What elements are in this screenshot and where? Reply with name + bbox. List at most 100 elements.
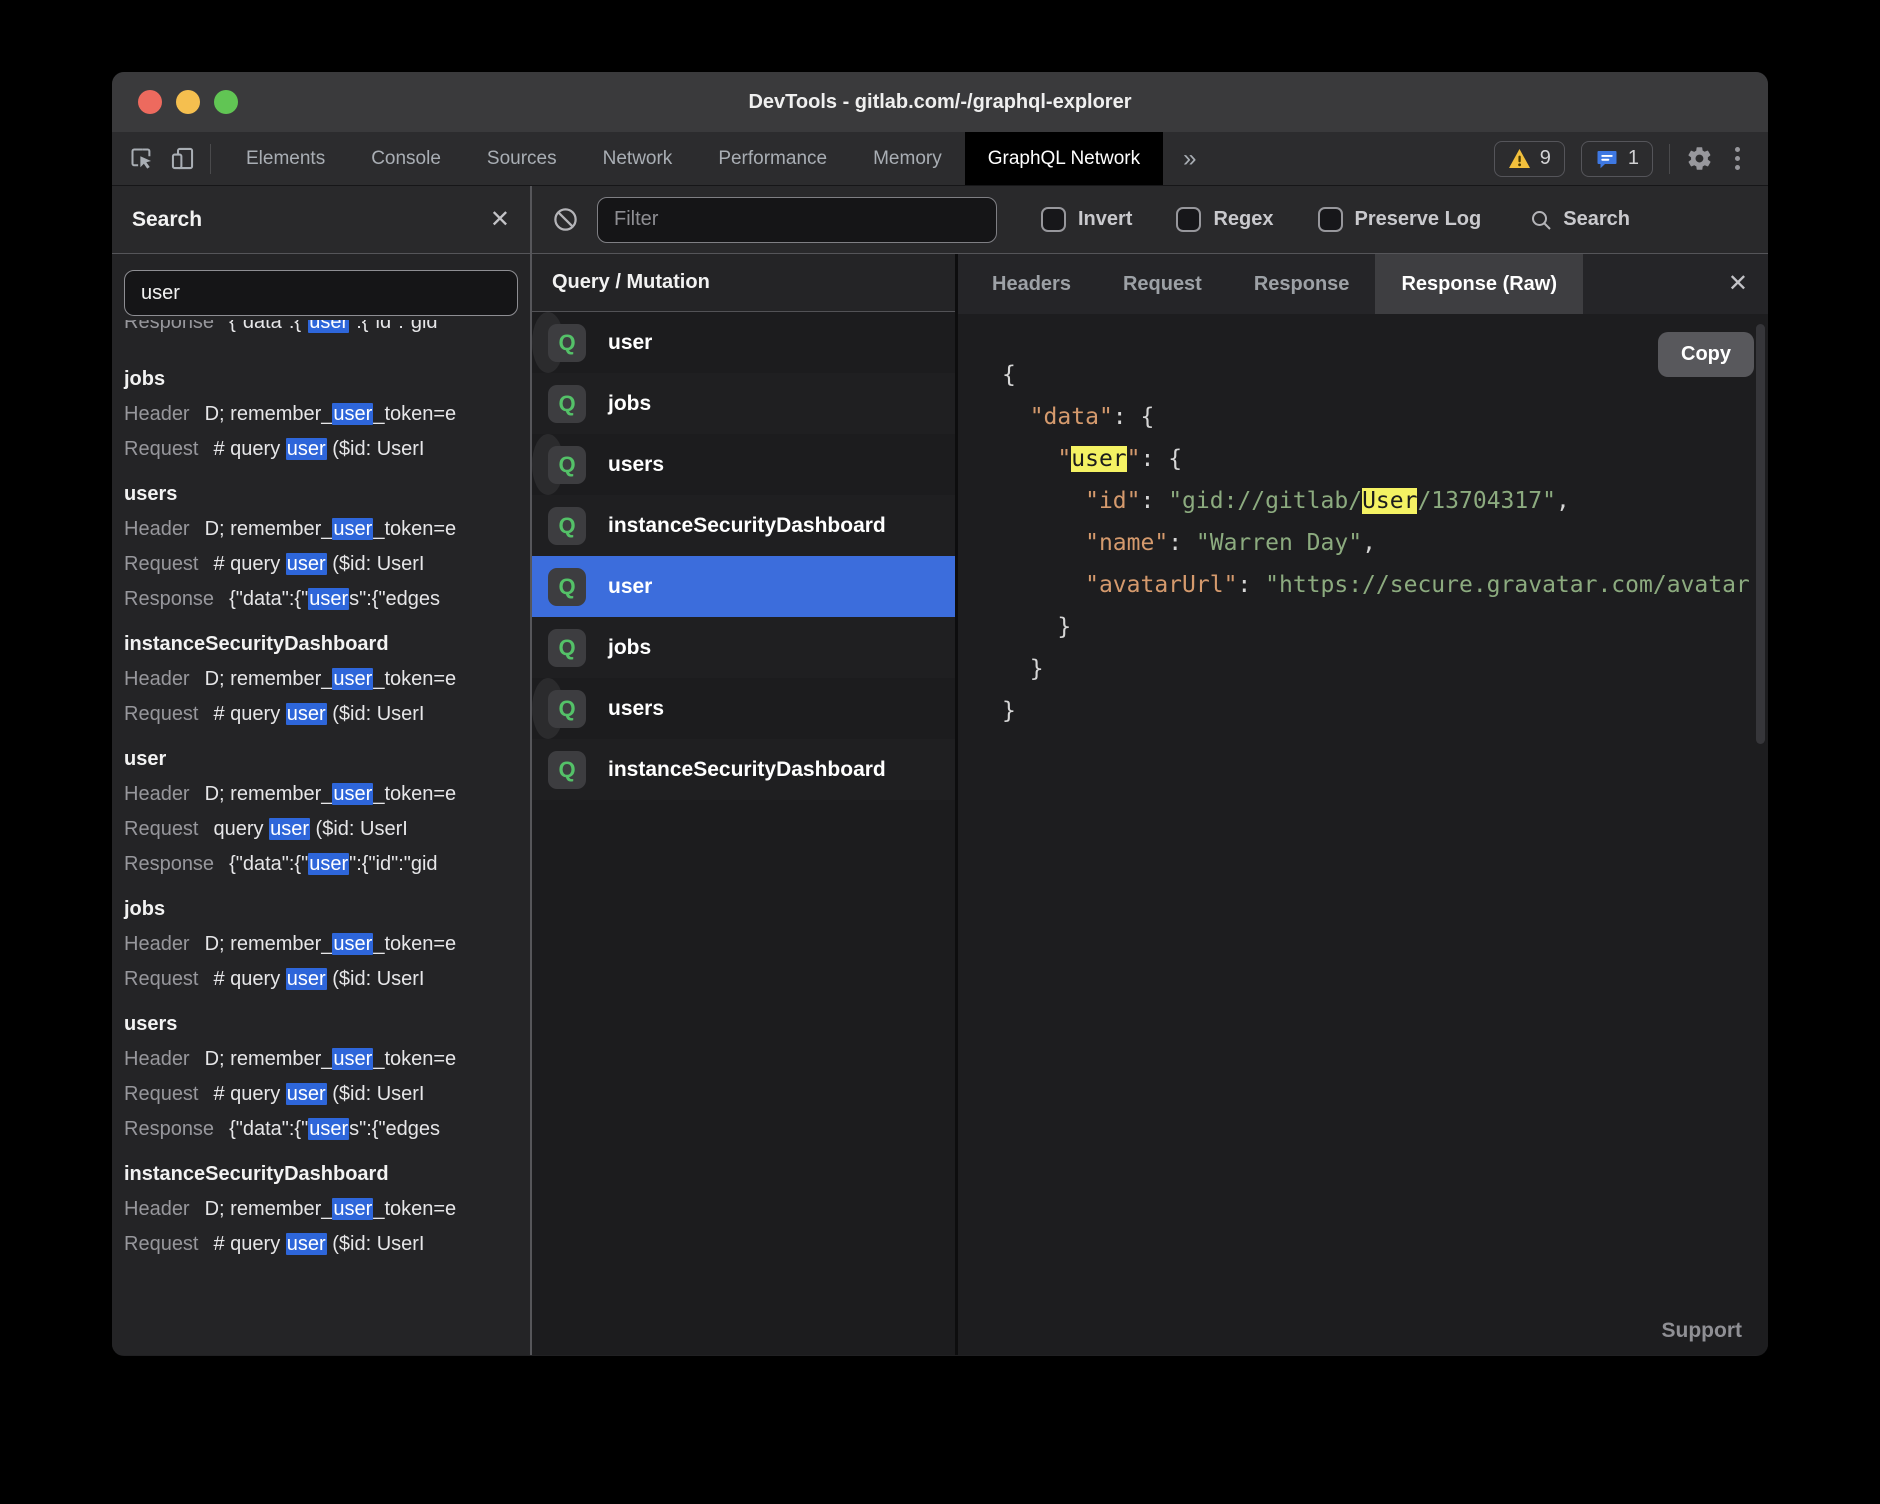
tab-performance[interactable]: Performance [695,132,850,185]
filter-input[interactable] [598,208,996,231]
preserve-log-label: Preserve Log [1355,208,1482,231]
tab-console[interactable]: Console [348,132,464,185]
close-search-icon[interactable]: ✕ [490,208,510,232]
search-match-highlight: user [286,1233,327,1255]
tab-memory[interactable]: Memory [850,132,965,185]
result-section-title[interactable]: user [124,748,518,771]
search-result-line[interactable]: Requestquery user ($id: UserI [124,818,518,841]
json-token: " [1057,446,1071,472]
detail-tab-headers[interactable]: Headers [966,254,1097,314]
search-result-line[interactable]: HeaderD; remember_user_token=e [124,783,518,806]
search-result-line[interactable]: Response{"data":{"users":{"edges [124,588,518,611]
query-list-item-user[interactable]: Quser [532,312,564,373]
search-result-line[interactable]: Response{"data":{"user":{"id":"gid [124,320,518,334]
close-detail-icon[interactable]: ✕ [1728,272,1748,296]
query-type-badge: Q [548,446,586,484]
search-toggle[interactable]: Search [1529,208,1630,232]
search-result-line[interactable]: Request# query user ($id: UserI [124,968,518,991]
result-section-title[interactable]: users [124,1013,518,1036]
json-token: } [1002,614,1071,640]
search-result-line[interactable]: Request# query user ($id: UserI [124,438,518,461]
search-match-highlight: user [269,818,310,840]
search-result-line[interactable]: Request# query user ($id: UserI [124,703,518,726]
tab-sources[interactable]: Sources [464,132,580,185]
json-line: "user": { [1002,438,1768,480]
warnings-badge[interactable]: 9 [1494,141,1565,177]
search-match-highlight: user [332,403,373,425]
issues-badge[interactable]: 1 [1581,141,1653,177]
search-result-line[interactable]: Response{"data":{"users":{"edges [124,1118,518,1141]
search-result-line[interactable]: Request# query user ($id: UserI [124,1233,518,1256]
search-match-highlight: user [332,1198,373,1220]
query-mutation-panel: Query / Mutation QuserQjobsQusersQinstan… [532,254,958,1355]
search-result-line[interactable]: HeaderD; remember_user_token=e [124,403,518,426]
json-token: : [1140,488,1168,514]
result-section-title[interactable]: instanceSecurityDashboard [124,633,518,656]
query-list-item-instancesecuritydashboard[interactable]: QinstanceSecurityDashboard [532,495,955,556]
tab-graphql-network[interactable]: GraphQL Network [965,132,1163,185]
search-panel-title: Search [132,208,202,232]
checkbox-icon[interactable] [1041,207,1066,232]
result-line-label: Response [124,853,214,875]
result-line-content: D; remember_user_token=e [205,518,457,540]
invert-checkbox[interactable]: Invert [1041,207,1132,232]
result-section-title[interactable]: users [124,483,518,506]
result-line-content: {"data":{"user":{"id":"gid [229,320,438,333]
query-list-item-users[interactable]: Qusers [532,434,564,495]
tab-network[interactable]: Network [580,132,696,185]
search-input[interactable] [125,282,517,305]
search-input-wrap [124,270,518,316]
clear-block-icon[interactable] [552,206,579,233]
result-line-label: Request [124,1233,199,1255]
search-result-line[interactable]: HeaderD; remember_user_token=e [124,933,518,956]
checkbox-icon[interactable] [1176,207,1201,232]
regex-checkbox[interactable]: Regex [1176,207,1273,232]
query-name: instanceSecurityDashboard [608,514,886,538]
detail-tab-response-raw[interactable]: Response (Raw) [1375,254,1583,314]
device-toolbar-icon[interactable] [169,145,196,172]
search-result-line[interactable]: Request# query user ($id: UserI [124,553,518,576]
search-match-highlight: user [332,933,373,955]
result-line-label: Request [124,818,199,840]
settings-gear-icon[interactable] [1686,145,1713,172]
more-options-kebab-icon[interactable] [1729,147,1746,170]
inspect-element-icon[interactable] [128,145,155,172]
search-match-highlight-yellow: user [1071,446,1126,472]
tab-elements[interactable]: Elements [223,132,348,185]
detail-tab-response[interactable]: Response [1228,254,1376,314]
detail-tab-request[interactable]: Request [1097,254,1228,314]
search-match-highlight: user [332,783,373,805]
query-list-item-jobs[interactable]: Qjobs [532,617,955,678]
query-list-item-instancesecuritydashboard[interactable]: QinstanceSecurityDashboard [532,739,955,800]
result-section-title[interactable]: jobs [124,898,518,921]
scrollbar-thumb[interactable] [1756,324,1765,744]
search-match-highlight: user [332,1048,373,1070]
result-section-title[interactable]: jobs [124,368,518,391]
search-result-line[interactable]: Request# query user ($id: UserI [124,1083,518,1106]
query-list-item-users[interactable]: Qusers [532,678,564,739]
support-link[interactable]: Support [1662,1319,1742,1343]
query-list-item-user[interactable]: Quser [532,556,955,617]
search-result-line[interactable]: HeaderD; remember_user_token=e [124,668,518,691]
result-line-label: Header [124,933,190,955]
json-token: : { [1113,404,1155,430]
search-result-line[interactable]: Header D; remember_user_token=e [124,518,518,541]
copy-button[interactable]: Copy [1658,332,1754,377]
search-match-highlight: user [308,1118,349,1140]
result-section-title[interactable]: instanceSecurityDashboard [124,1163,518,1186]
warning-count: 9 [1540,147,1551,170]
search-result-line[interactable]: Response {"data":{"user":{"id":"gid [124,853,518,876]
clipped-result-line: Response{"data":{"user":{"id":"gid [124,320,518,346]
result-line-content: {"data":{"users":{"edges [229,1118,440,1140]
query-list-item-jobs[interactable]: Qjobs [532,373,955,434]
result-line-content: {"data":{"user":{"id":"gid [229,853,438,875]
preserve-log-checkbox[interactable]: Preserve Log [1318,207,1482,232]
more-tabs-chevron-icon[interactable]: » [1163,145,1216,173]
checkbox-icon[interactable] [1318,207,1343,232]
json-line: } [1002,690,1768,732]
result-line-label: Header [124,518,190,540]
search-result-line[interactable]: HeaderD; remember_user_token=e [124,1198,518,1221]
search-result-line[interactable]: HeaderD; remember_user_token=e [124,1048,518,1071]
search-match-highlight: user [286,703,327,725]
result-line-label: Request [124,968,199,990]
